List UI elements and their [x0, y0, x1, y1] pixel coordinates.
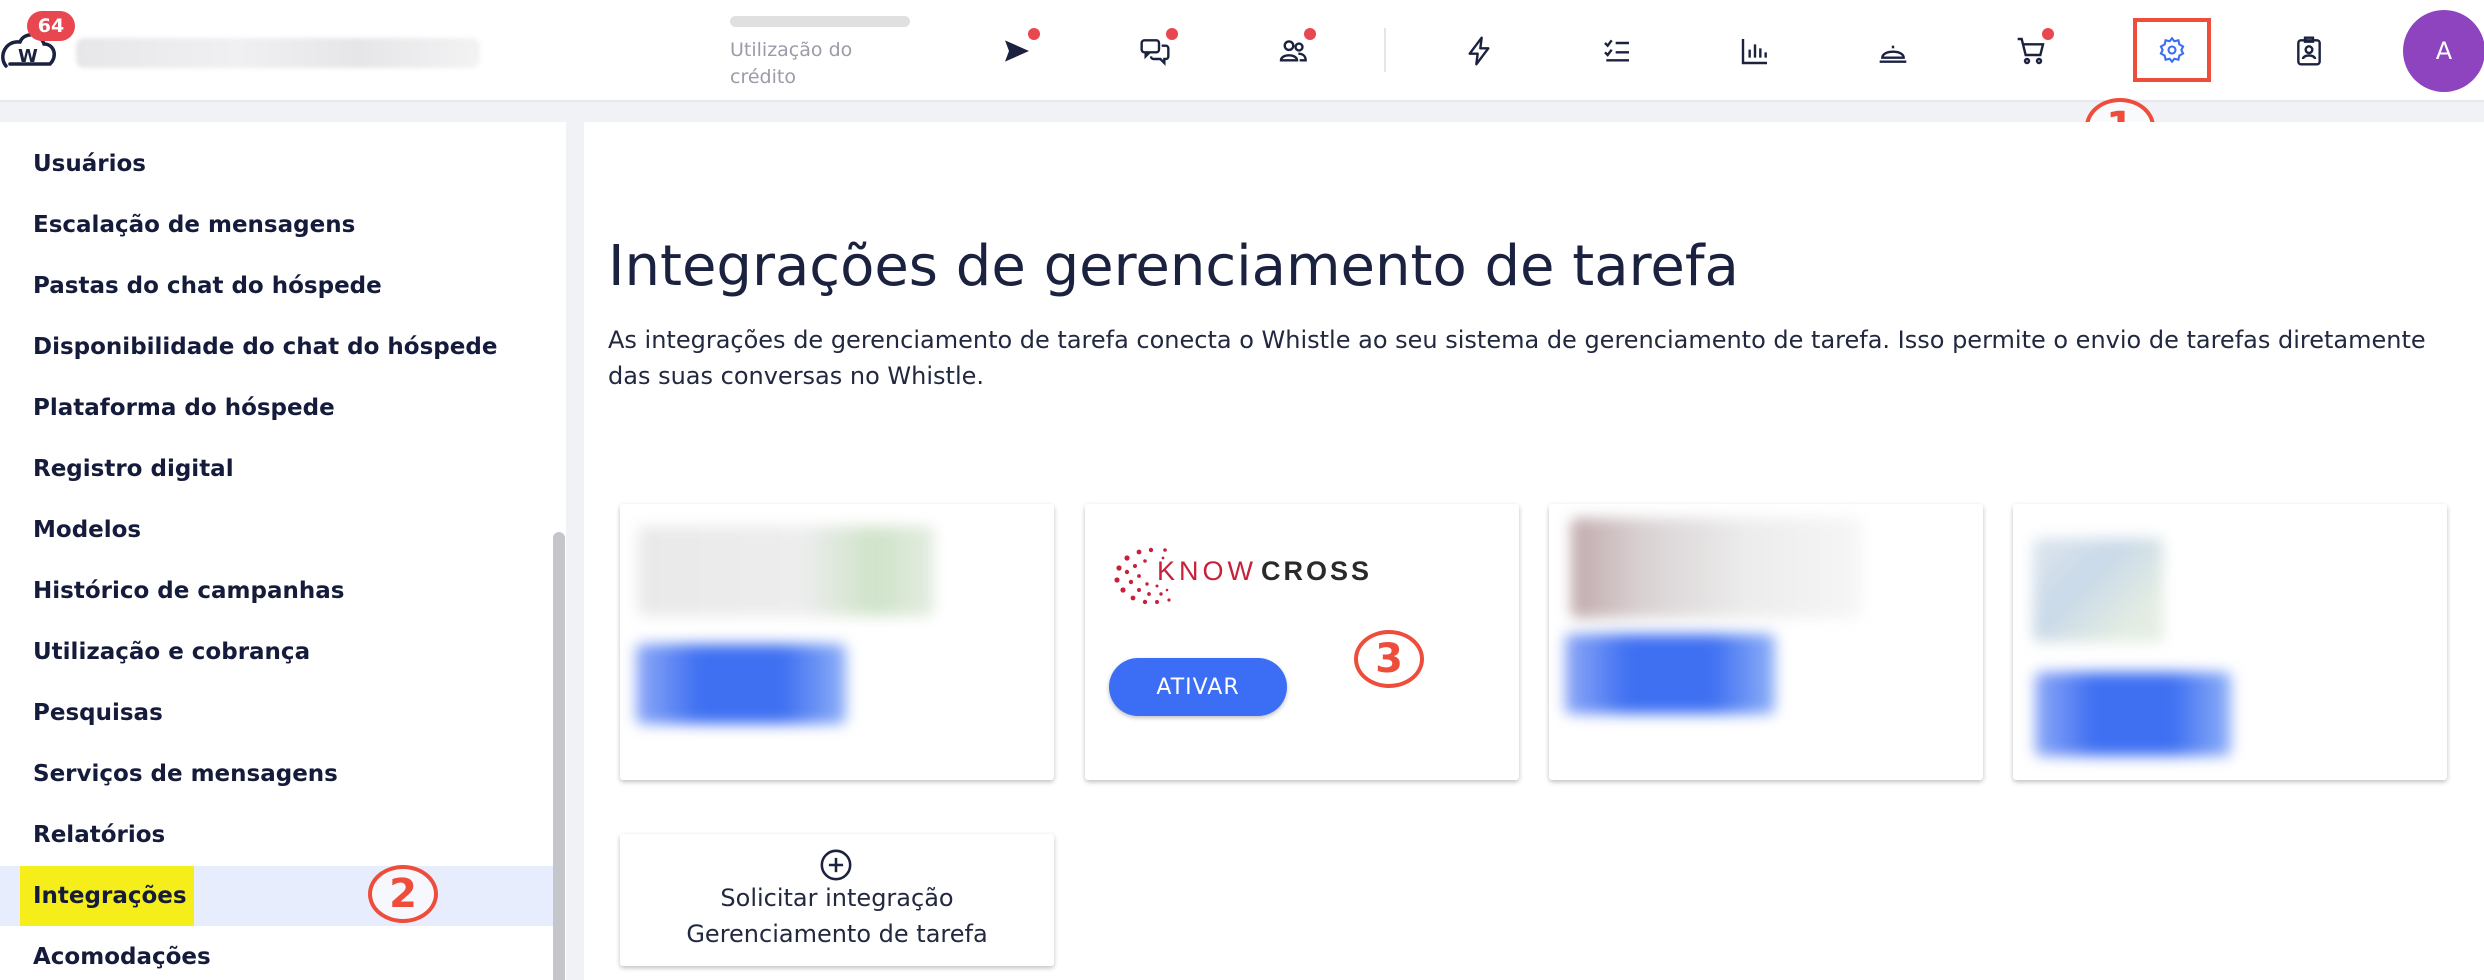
nav-automations[interactable]	[1454, 26, 1504, 76]
bar-chart-icon	[1741, 39, 1767, 65]
integration-card-blurred-1[interactable]	[620, 504, 1054, 780]
request-integration-line1: Solicitar integração	[720, 884, 954, 912]
sidebar-item-label: Modelos	[33, 517, 142, 543]
nav-tasks[interactable]	[1592, 26, 1642, 76]
main-content: Integrações de gerenciamento de tarefa A…	[584, 122, 2484, 980]
user-avatar[interactable]: A	[2403, 10, 2484, 92]
sidebar-item-label: Usuários	[33, 151, 146, 177]
notification-count-badge[interactable]: 64	[27, 11, 75, 41]
request-integration-card[interactable]: Solicitar integração Gerenciamento de ta…	[620, 834, 1054, 966]
credit-usage-bar	[730, 16, 910, 27]
unread-dot	[1166, 28, 1178, 40]
sidebar-item-acomodacoes[interactable]: Acomodações	[0, 927, 554, 980]
sidebar-item-label: Histórico de campanhas	[33, 578, 345, 604]
sidebar-item-label: Plataforma do hóspede	[33, 395, 335, 421]
nav-services[interactable]	[1868, 26, 1918, 76]
chat-bubbles-icon	[1140, 39, 1170, 66]
unread-dot	[1028, 28, 1040, 40]
cart-icon	[2017, 37, 2045, 65]
nav-settings[interactable]	[2133, 18, 2211, 82]
blurred-button[interactable]	[636, 644, 846, 724]
integration-card-knowcross[interactable]: KNOW CROSS ATIVAR	[1085, 504, 1519, 780]
sidebar-item-label: Registro digital	[33, 456, 234, 482]
sidebar-item-plataforma[interactable]: Plataforma do hóspede	[0, 378, 554, 438]
nav-profile[interactable]	[2284, 26, 2334, 76]
page-title: Integrações de gerenciamento de tarefa	[608, 234, 1739, 299]
sidebar-item-usuarios[interactable]: Usuários	[0, 134, 554, 194]
annotation-callout-3: 3	[1354, 630, 1424, 688]
unread-dot	[2042, 28, 2054, 40]
nav-chat[interactable]	[1130, 26, 1180, 76]
blurred-button[interactable]	[2035, 672, 2231, 756]
knowcross-logo: KNOW CROSS	[1114, 547, 1372, 605]
lightning-icon	[1468, 36, 1490, 66]
nav-guests[interactable]	[1268, 26, 1318, 76]
nav-reports[interactable]	[1730, 26, 1780, 76]
integration-card-blurred-2[interactable]	[1549, 504, 1983, 780]
page-description: As integrações de gerenciamento de taref…	[608, 326, 2426, 390]
annotation-callout-2: 2	[368, 865, 438, 923]
hotel-name-blurred	[76, 38, 480, 68]
blurred-logo	[2033, 538, 2163, 642]
plus-circle-icon	[820, 849, 852, 881]
sidebar-item-historico[interactable]: Histórico de campanhas	[0, 561, 554, 621]
sidebar-item-label: Pesquisas	[33, 700, 163, 726]
top-bar: W 64 Utilização do crédito A	[0, 0, 2484, 102]
sidebar-item-label: Acomodações	[33, 944, 211, 970]
nav-send[interactable]	[992, 26, 1042, 76]
sidebar-item-relatorios[interactable]: Relatórios	[0, 805, 554, 865]
sidebar-item-registro[interactable]: Registro digital	[0, 439, 554, 499]
sidebar-item-label: Pastas do chat do hóspede	[33, 273, 382, 299]
people-icon	[1279, 40, 1307, 62]
sidebar-item-label: Escalação de mensagens	[33, 212, 356, 238]
sidebar-item-label: Serviços de mensagens	[33, 761, 338, 787]
sidebar-item-integracoes[interactable]: Integrações	[0, 866, 554, 926]
sidebar-scrollbar[interactable]	[553, 532, 565, 980]
blurred-logo	[638, 526, 934, 616]
checklist-icon	[1604, 39, 1629, 62]
request-integration-line2: Gerenciamento de tarefa	[686, 920, 988, 948]
credit-usage-label: Utilização do crédito	[730, 39, 853, 88]
blurred-button[interactable]	[1565, 634, 1775, 714]
sidebar-item-label: Utilização e cobrança	[33, 639, 311, 665]
activate-button[interactable]: ATIVAR	[1109, 658, 1287, 716]
gear-icon	[2159, 36, 2185, 64]
credit-usage[interactable]: Utilização do crédito	[730, 16, 914, 91]
svg-text:W: W	[18, 46, 38, 67]
sidebar-item-escalacao[interactable]: Escalação de mensagens	[0, 195, 554, 255]
sidebar-item-disponibilidade[interactable]: Disponibilidade do chat do hóspede	[0, 317, 554, 377]
service-bell-icon	[1879, 45, 1907, 63]
sidebar-item-label: Integrações	[33, 883, 187, 909]
unread-dot	[1304, 28, 1316, 40]
sidebar-item-label: Disponibilidade do chat do hóspede	[33, 334, 498, 360]
id-badge-icon	[2297, 36, 2321, 66]
nav-shop[interactable]	[2006, 26, 2056, 76]
nav-divider	[1384, 28, 1386, 72]
sidebar-item-servicos[interactable]: Serviços de mensagens	[0, 744, 554, 804]
sidebar-item-cobranca[interactable]: Utilização e cobrança	[0, 622, 554, 682]
integration-card-blurred-3[interactable]	[2013, 504, 2447, 780]
settings-sidebar: Usuários Escalação de mensagens Pastas d…	[0, 122, 566, 980]
sidebar-item-label: Relatórios	[33, 822, 166, 848]
logo-text-cross: CROSS	[1261, 556, 1372, 586]
sidebar-item-modelos[interactable]: Modelos	[0, 500, 554, 560]
blurred-logo	[1571, 518, 1861, 618]
logo-text-know: KNOW	[1157, 556, 1257, 586]
sidebar-item-pesquisas[interactable]: Pesquisas	[0, 683, 554, 743]
sidebar-item-pastas[interactable]: Pastas do chat do hóspede	[0, 256, 554, 316]
send-icon	[1005, 40, 1029, 62]
